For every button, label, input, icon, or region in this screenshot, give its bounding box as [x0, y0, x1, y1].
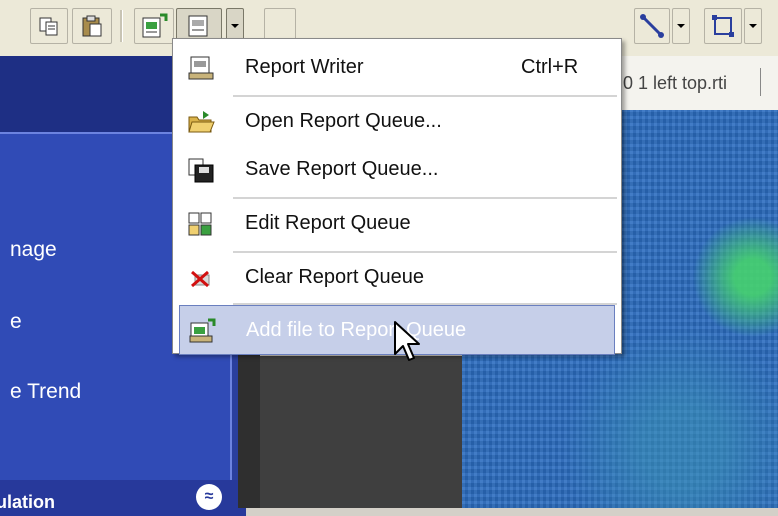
- open-folder-icon: [188, 111, 215, 133]
- save-disk-icon: [188, 158, 214, 183]
- mouse-pointer-icon: [394, 321, 420, 361]
- menu-item-open-report-queue[interactable]: Open Report Queue...: [179, 97, 615, 147]
- edit-queue-icon: [188, 212, 212, 236]
- copy-icon: [39, 17, 58, 36]
- panel-label-trend[interactable]: e Trend: [10, 380, 81, 404]
- report-add-icon: [142, 13, 168, 38]
- collapse-chevron-icon[interactable]: ≈: [196, 484, 222, 510]
- menu-item-report-writer[interactable]: Report Writer Ctrl+R: [179, 43, 615, 93]
- clear-x-icon: [191, 270, 210, 288]
- report-icon: [188, 15, 208, 37]
- menu-item-shortcut: Ctrl+R: [521, 56, 579, 78]
- menu-item-label: Save Report Queue...: [245, 158, 439, 180]
- menu-item-edit-report-queue[interactable]: Edit Report Queue: [179, 199, 615, 249]
- menu-item-label: Open Report Queue...: [245, 110, 442, 132]
- menu-item-label: Edit Report Queue: [245, 212, 411, 234]
- paste-button[interactable]: [72, 8, 112, 44]
- menu-item-save-report-queue[interactable]: Save Report Queue...: [179, 145, 615, 195]
- line-tool-button[interactable]: [634, 8, 670, 44]
- dark-canvas-area: [260, 356, 462, 508]
- file-tab-label: 0 1 left top.rti: [623, 72, 728, 93]
- rectangle-icon: [712, 15, 734, 37]
- rectangle-tool-button[interactable]: [704, 8, 742, 44]
- report-dropdown-menu: Report Writer Ctrl+R Open Report Queue..…: [172, 38, 622, 355]
- rectangle-tool-dropdown[interactable]: [744, 8, 762, 44]
- file-tab[interactable]: 0 1 left top.rti: [610, 56, 778, 111]
- panel-label-image[interactable]: nage: [10, 238, 57, 262]
- menu-item-label: Report Writer: [245, 56, 364, 78]
- menu-item-label: Clear Report Queue: [245, 266, 424, 288]
- menu-item-clear-report-queue[interactable]: Clear Report Queue: [179, 253, 615, 303]
- toolbar-separator: [120, 10, 123, 42]
- line-tool-dropdown[interactable]: [672, 8, 690, 44]
- menu-item-label: Add file to Report Queue: [246, 319, 467, 341]
- copy-button[interactable]: [30, 8, 68, 44]
- section-title: ulation: [0, 492, 55, 512]
- tab-divider: [760, 68, 761, 96]
- report-writer-icon: [188, 56, 214, 80]
- panel-label-e[interactable]: e: [10, 310, 22, 334]
- line-icon: [640, 14, 664, 38]
- add-report-button[interactable]: [134, 8, 174, 44]
- paste-icon: [82, 15, 102, 37]
- add-file-icon: [189, 318, 216, 343]
